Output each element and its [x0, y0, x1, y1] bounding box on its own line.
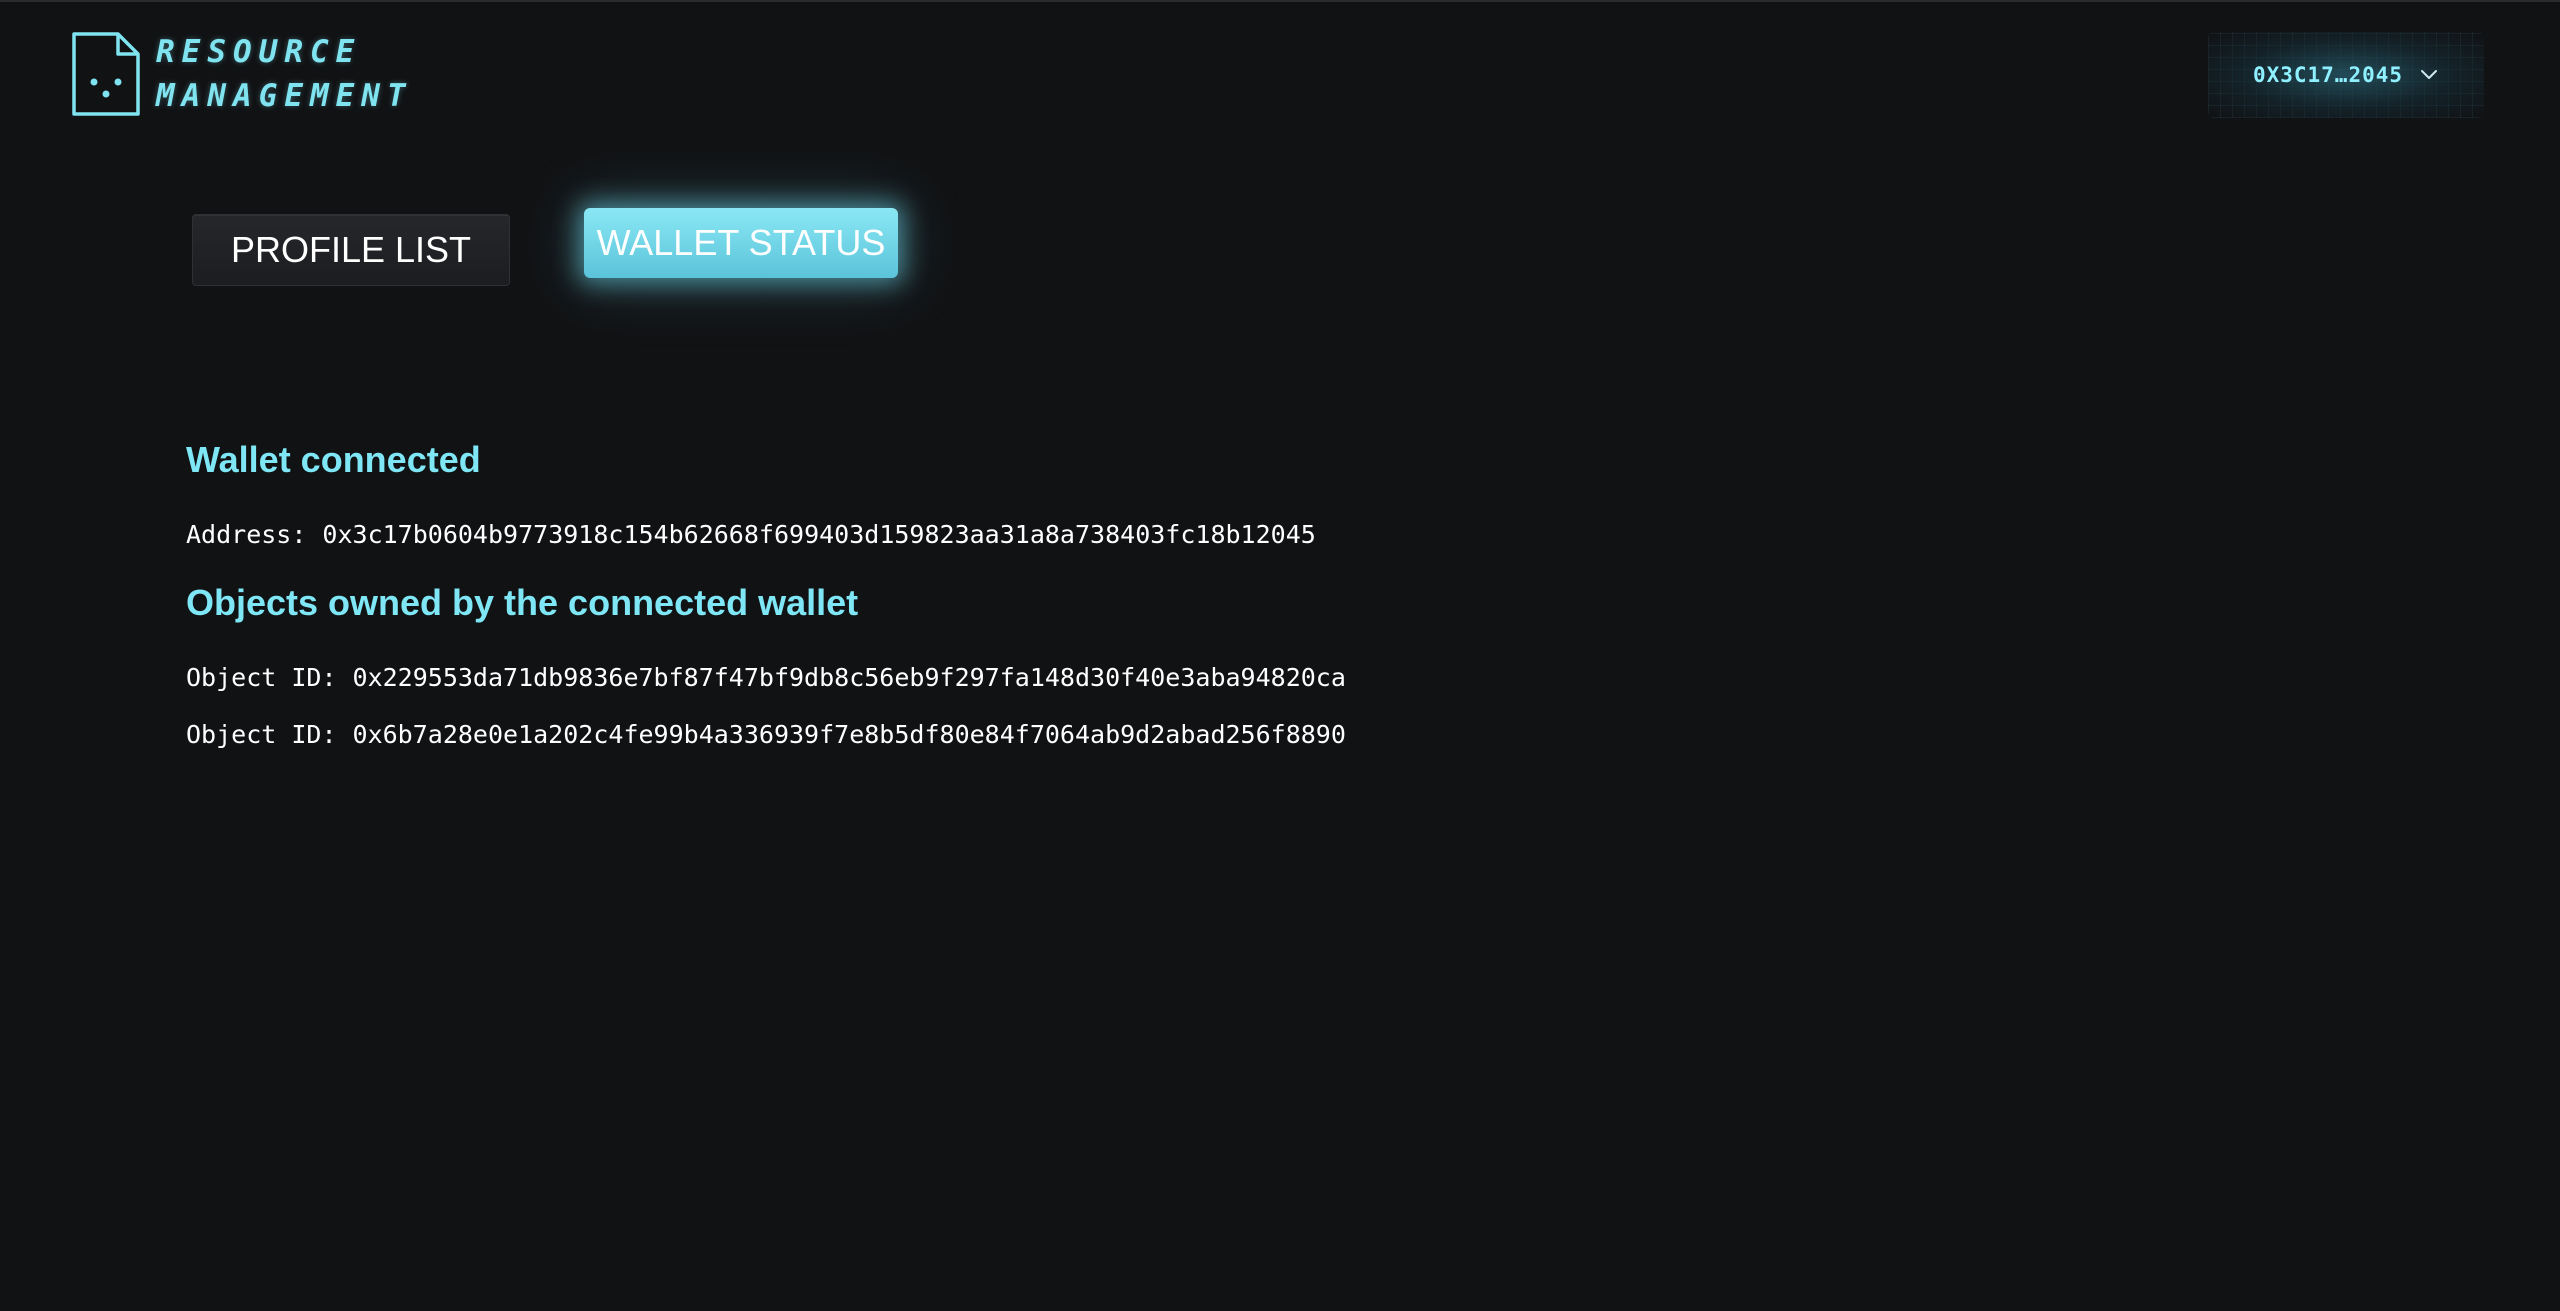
object-id-value: 0x6b7a28e0e1a202c4fe99b4a336939f7e8b5df8… — [352, 720, 1346, 749]
wallet-short-address: 0X3C17…2045 — [2252, 63, 2404, 87]
app-title-line1: RESOURCE — [156, 34, 362, 70]
wallet-address-label: Address: — [186, 520, 307, 549]
wallet-account-dropdown[interactable]: 0X3C17…2045 — [2208, 32, 2484, 118]
app-title: RESOURCE MANAGEMENT — [156, 30, 413, 118]
wallet-address-line: Address: 0x3c17b0604b9773918c154b62668f69… — [186, 506, 1346, 563]
object-id-row: Object ID: 0x229553da71db9836e7bf87f47bf9… — [186, 649, 1346, 706]
object-id-value: 0x229553da71db9836e7bf87f47bf9db8c56eb9f… — [352, 663, 1346, 692]
object-id-label: Object ID: — [186, 720, 337, 749]
owned-objects-heading: Objects owned by the connected wallet — [186, 582, 859, 623]
app-title-line2: MANAGEMENT — [156, 78, 413, 114]
app-logo[interactable]: RESOURCE MANAGEMENT — [70, 30, 413, 118]
tab-wallet-status[interactable]: WALLET STATUS — [584, 208, 898, 278]
object-id-row: Object ID: 0x6b7a28e0e1a202c4fe99b4a33693… — [186, 706, 1346, 763]
tab-profile-list[interactable]: PROFILE LIST — [192, 214, 510, 286]
document-face-icon — [70, 30, 142, 118]
wallet-address-value: 0x3c17b0604b9773918c154b62668f699403d159… — [322, 520, 1316, 549]
wallet-status-panel: Wallet connected Address: 0x3c17b0604b977… — [186, 432, 1346, 763]
wallet-connected-heading: Wallet connected — [186, 439, 481, 480]
chevron-down-icon — [2419, 65, 2439, 85]
object-id-label: Object ID: — [186, 663, 337, 692]
